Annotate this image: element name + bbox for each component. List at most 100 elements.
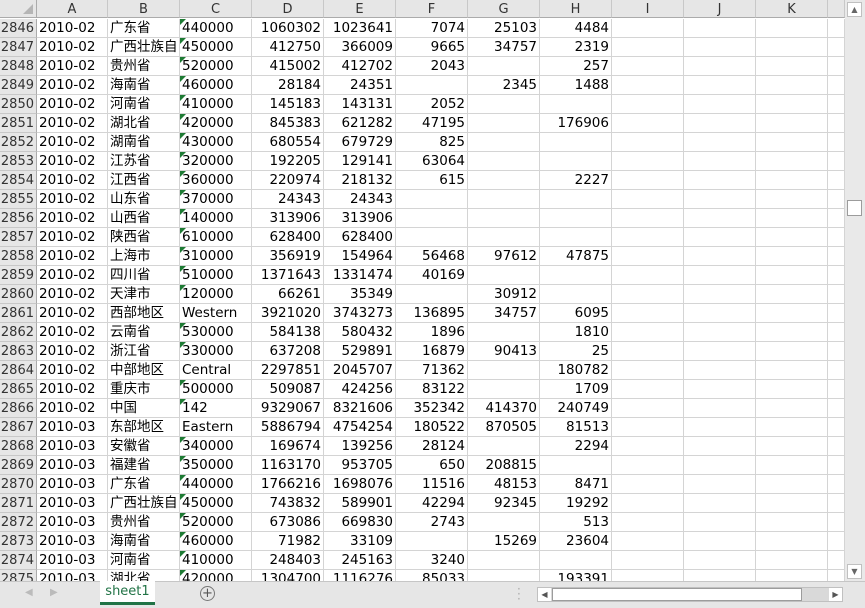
cell-j[interactable]	[684, 361, 756, 380]
cell-h[interactable]: 2227	[540, 171, 612, 190]
cell-h[interactable]	[540, 551, 612, 570]
cell-g[interactable]	[468, 171, 540, 190]
row-header[interactable]: 2866	[0, 399, 37, 418]
cell-e[interactable]: 589901	[324, 494, 396, 513]
cell-j[interactable]	[684, 247, 756, 266]
cell-b[interactable]: 河南省	[108, 95, 180, 114]
cell-a[interactable]: 2010-02	[37, 399, 108, 418]
cell-e[interactable]: 1116276	[324, 570, 396, 581]
splitter-handle-icon[interactable]: · · ·	[517, 583, 521, 605]
cell-k[interactable]	[756, 228, 828, 247]
cell-a[interactable]: 2010-03	[37, 551, 108, 570]
cell-k[interactable]	[756, 76, 828, 95]
cell-a[interactable]: 2010-02	[37, 57, 108, 76]
cell-j[interactable]	[684, 399, 756, 418]
cell-k[interactable]	[756, 190, 828, 209]
cell-a[interactable]: 2010-02	[37, 247, 108, 266]
column-header-g[interactable]: G	[468, 0, 540, 18]
cell-i[interactable]	[612, 551, 684, 570]
cell-h[interactable]: 81513	[540, 418, 612, 437]
cell-h[interactable]: 6095	[540, 304, 612, 323]
number-as-text-warning-icon[interactable]	[180, 551, 186, 557]
cell-e[interactable]: 139256	[324, 437, 396, 456]
cell-e[interactable]: 366009	[324, 38, 396, 57]
cell-g[interactable]: 2345	[468, 76, 540, 95]
cell-j[interactable]	[684, 133, 756, 152]
cell-k[interactable]	[756, 532, 828, 551]
cell-g[interactable]	[468, 361, 540, 380]
cell-b[interactable]: 湖南省	[108, 133, 180, 152]
cell-g[interactable]	[468, 266, 540, 285]
cell-a[interactable]: 2010-03	[37, 418, 108, 437]
cell-c[interactable]: 450000	[180, 494, 252, 513]
cell-b[interactable]: 重庆市	[108, 380, 180, 399]
cell-c[interactable]: 520000	[180, 513, 252, 532]
cell-c[interactable]: 500000	[180, 380, 252, 399]
cell-j[interactable]	[684, 304, 756, 323]
cell-partial[interactable]	[828, 570, 845, 581]
row-header[interactable]: 2873	[0, 532, 37, 551]
cell-b[interactable]: 贵州省	[108, 513, 180, 532]
row-header[interactable]: 2854	[0, 171, 37, 190]
column-header-partial[interactable]	[828, 0, 845, 18]
cell-g[interactable]	[468, 551, 540, 570]
cell-j[interactable]	[684, 551, 756, 570]
cell-a[interactable]: 2010-03	[37, 456, 108, 475]
cell-k[interactable]	[756, 57, 828, 76]
cell-g[interactable]	[468, 114, 540, 133]
number-as-text-warning-icon[interactable]	[180, 228, 186, 234]
cell-c[interactable]: 510000	[180, 266, 252, 285]
cell-k[interactable]	[756, 285, 828, 304]
cell-i[interactable]	[612, 38, 684, 57]
cell-j[interactable]	[684, 570, 756, 581]
cell-a[interactable]: 2010-02	[37, 361, 108, 380]
cell-h[interactable]: 23604	[540, 532, 612, 551]
cell-f[interactable]: 3240	[396, 551, 468, 570]
cell-b[interactable]: 湖北省	[108, 114, 180, 133]
scroll-up-icon[interactable]: ▲	[847, 2, 862, 17]
cell-h[interactable]	[540, 266, 612, 285]
cell-c[interactable]: 610000	[180, 228, 252, 247]
cell-b[interactable]: 贵州省	[108, 57, 180, 76]
cell-b[interactable]: 浙江省	[108, 342, 180, 361]
cell-i[interactable]	[612, 323, 684, 342]
row-header[interactable]: 2852	[0, 133, 37, 152]
cell-j[interactable]	[684, 342, 756, 361]
number-as-text-warning-icon[interactable]	[180, 38, 186, 44]
cell-b[interactable]: 海南省	[108, 76, 180, 95]
cell-g[interactable]	[468, 570, 540, 581]
cell-e[interactable]: 129141	[324, 152, 396, 171]
cell-f[interactable]	[396, 190, 468, 209]
cell-f[interactable]: 47195	[396, 114, 468, 133]
cell-a[interactable]: 2010-02	[37, 19, 108, 38]
cell-d[interactable]: 1163170	[252, 456, 324, 475]
cell-c[interactable]: 530000	[180, 323, 252, 342]
cell-d[interactable]: 1766216	[252, 475, 324, 494]
column-header-j[interactable]: J	[684, 0, 756, 18]
cell-partial[interactable]	[828, 475, 845, 494]
cell-g[interactable]	[468, 209, 540, 228]
cell-k[interactable]	[756, 380, 828, 399]
cell-i[interactable]	[612, 475, 684, 494]
cell-k[interactable]	[756, 570, 828, 581]
cell-c[interactable]: 330000	[180, 342, 252, 361]
row-header[interactable]: 2858	[0, 247, 37, 266]
cell-k[interactable]	[756, 19, 828, 38]
cell-h[interactable]: 1810	[540, 323, 612, 342]
cell-i[interactable]	[612, 95, 684, 114]
cell-k[interactable]	[756, 342, 828, 361]
cell-partial[interactable]	[828, 437, 845, 456]
cell-a[interactable]: 2010-02	[37, 380, 108, 399]
cell-e[interactable]: 24351	[324, 76, 396, 95]
row-header[interactable]: 2871	[0, 494, 37, 513]
cell-f[interactable]: 7074	[396, 19, 468, 38]
cell-c[interactable]: 320000	[180, 152, 252, 171]
cell-d[interactable]: 248403	[252, 551, 324, 570]
cell-j[interactable]	[684, 285, 756, 304]
cell-i[interactable]	[612, 285, 684, 304]
cell-e[interactable]: 2045707	[324, 361, 396, 380]
cell-g[interactable]	[468, 380, 540, 399]
number-as-text-warning-icon[interactable]	[180, 399, 186, 405]
row-header[interactable]: 2857	[0, 228, 37, 247]
cell-g[interactable]	[468, 228, 540, 247]
